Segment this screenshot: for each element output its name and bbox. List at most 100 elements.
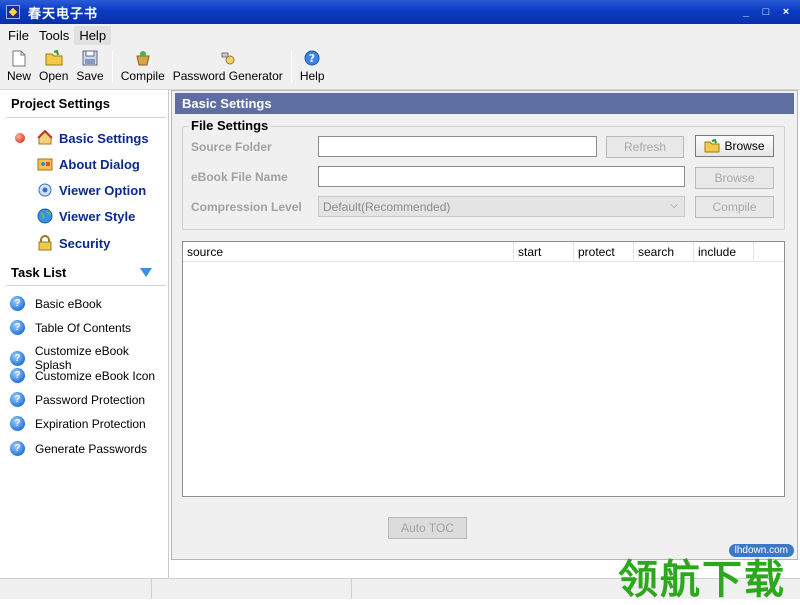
status-pane	[152, 579, 352, 599]
active-indicator-icon	[15, 133, 25, 143]
ebook-file-name-label: eBook File Name	[191, 170, 288, 184]
question-icon: ?	[10, 441, 25, 456]
nav-viewer-option[interactable]: Viewer Option	[37, 182, 146, 198]
task-item[interactable]: ? Table Of Contents	[10, 320, 131, 335]
task-item[interactable]: ? Password Protection	[10, 392, 145, 407]
basic-settings-panel: Basic Settings File Settings Source Fold…	[171, 90, 798, 560]
minimize-button[interactable]: _	[738, 5, 754, 19]
browse-output-button[interactable]: Browse	[695, 167, 774, 189]
list-header: source start protect search include	[183, 242, 784, 262]
source-folder-input[interactable]	[318, 136, 597, 157]
ebook-file-name-input[interactable]	[318, 166, 685, 187]
key-icon	[219, 49, 237, 67]
compile-button[interactable]: Compile	[117, 45, 169, 89]
compression-level-select[interactable]: Default(Recommended) ⌵	[318, 196, 685, 217]
app-icon	[6, 5, 20, 19]
save-button[interactable]: Save	[72, 45, 107, 89]
nav-security[interactable]: Security	[37, 235, 110, 251]
save-disk-icon	[81, 49, 99, 67]
task-item[interactable]: ? Customize eBook Icon	[10, 368, 155, 383]
nav-basic-settings[interactable]: Basic Settings	[37, 130, 149, 146]
browse-button[interactable]: Browse	[695, 135, 774, 157]
open-button[interactable]: Open	[35, 45, 72, 89]
title-bar: 春天电子书 _ □ ×	[0, 0, 800, 24]
globe-icon	[37, 208, 53, 224]
task-list-title: Task List	[11, 265, 67, 280]
nav-basic-settings-label: Basic Settings	[59, 130, 149, 146]
column-source[interactable]: source	[183, 242, 514, 261]
nav-about-dialog[interactable]: About Dialog	[37, 156, 140, 172]
password-generator-label: Password Generator	[172, 69, 283, 83]
save-label: Save	[76, 69, 104, 83]
open-label: Open	[39, 69, 69, 83]
column-include[interactable]: include	[694, 242, 754, 261]
menu-bar: File Tools Help	[0, 24, 800, 46]
nav-viewer-style[interactable]: Viewer Style	[37, 208, 135, 224]
file-settings-title: File Settings	[188, 118, 272, 133]
task-label: Generate Passwords	[35, 441, 148, 456]
nav-security-label: Security	[59, 235, 111, 251]
task-item[interactable]: ? Expiration Protection	[10, 416, 146, 431]
compression-level-value: Default(Recommended)	[323, 200, 451, 214]
column-search[interactable]: search	[634, 242, 694, 261]
nav-viewer-option-label: Viewer Option	[59, 182, 147, 198]
help-label: Help	[299, 69, 325, 83]
question-icon: ?	[10, 350, 25, 366]
window-title: 春天电子书	[28, 5, 99, 21]
column-start[interactable]: start	[514, 242, 574, 261]
new-label: New	[7, 69, 32, 83]
open-folder-icon	[704, 139, 720, 153]
source-folder-label: Source Folder	[191, 140, 272, 154]
refresh-button[interactable]: Refresh	[606, 136, 684, 158]
lock-icon	[37, 235, 53, 251]
password-generator-button[interactable]: Password Generator	[169, 45, 287, 89]
task-item[interactable]: ? Basic eBook	[10, 296, 102, 311]
watermark-logo: 领航下载 lhdown.com	[618, 541, 796, 603]
watermark-url: lhdown.com	[728, 544, 794, 557]
panel-header: Basic Settings	[175, 93, 794, 114]
question-icon: ?	[10, 296, 25, 311]
toolbar-separator	[111, 51, 113, 83]
task-label: Expiration Protection	[35, 416, 146, 431]
source-list[interactable]: source start protect search include	[182, 241, 785, 497]
help-button[interactable]: ? Help	[296, 45, 329, 89]
viewer-option-icon	[37, 182, 53, 198]
menu-file[interactable]: File	[3, 26, 34, 45]
menu-help[interactable]: Help	[74, 25, 112, 45]
question-icon: ?	[10, 392, 25, 407]
new-button[interactable]: New	[3, 45, 35, 89]
column-protect[interactable]: protect	[574, 242, 634, 261]
compression-level-label: Compression Level	[191, 200, 302, 214]
task-label: Customize eBook Icon	[35, 368, 156, 383]
left-panel: Project Settings Basic Settings About Di…	[0, 90, 169, 578]
question-icon: ?	[10, 368, 25, 383]
help-icon: ?	[303, 49, 321, 67]
project-settings-title: Project Settings	[11, 96, 110, 111]
new-file-icon	[10, 49, 28, 67]
compile-button[interactable]: Compile	[695, 196, 774, 218]
compile-label: Compile	[120, 69, 165, 83]
question-icon: ?	[10, 416, 25, 431]
task-item[interactable]: ? Generate Passwords	[10, 441, 147, 456]
home-icon	[37, 130, 53, 146]
toolbar: New Open Save Compile Password Generator…	[0, 46, 800, 90]
auto-toc-button[interactable]: Auto TOC	[388, 517, 467, 539]
task-label: Basic eBook	[35, 296, 102, 311]
open-folder-icon	[45, 49, 63, 67]
nav-viewer-style-label: Viewer Style	[59, 208, 136, 224]
question-icon: ?	[10, 320, 25, 335]
task-label: Table Of Contents	[35, 320, 132, 335]
divider	[6, 117, 166, 118]
toolbar-separator	[290, 51, 292, 83]
nav-about-dialog-label: About Dialog	[59, 156, 140, 172]
about-icon	[37, 156, 53, 172]
task-label: Password Protection	[35, 392, 146, 407]
window-controls: _ □ ×	[738, 5, 794, 19]
compile-icon	[134, 49, 152, 67]
menu-tools[interactable]: Tools	[34, 26, 74, 45]
status-pane	[0, 579, 152, 599]
collapse-chevron-icon[interactable]	[140, 268, 152, 277]
maximize-button[interactable]: □	[758, 5, 774, 19]
svg-text:?: ?	[309, 52, 315, 65]
close-button[interactable]: ×	[778, 5, 794, 19]
